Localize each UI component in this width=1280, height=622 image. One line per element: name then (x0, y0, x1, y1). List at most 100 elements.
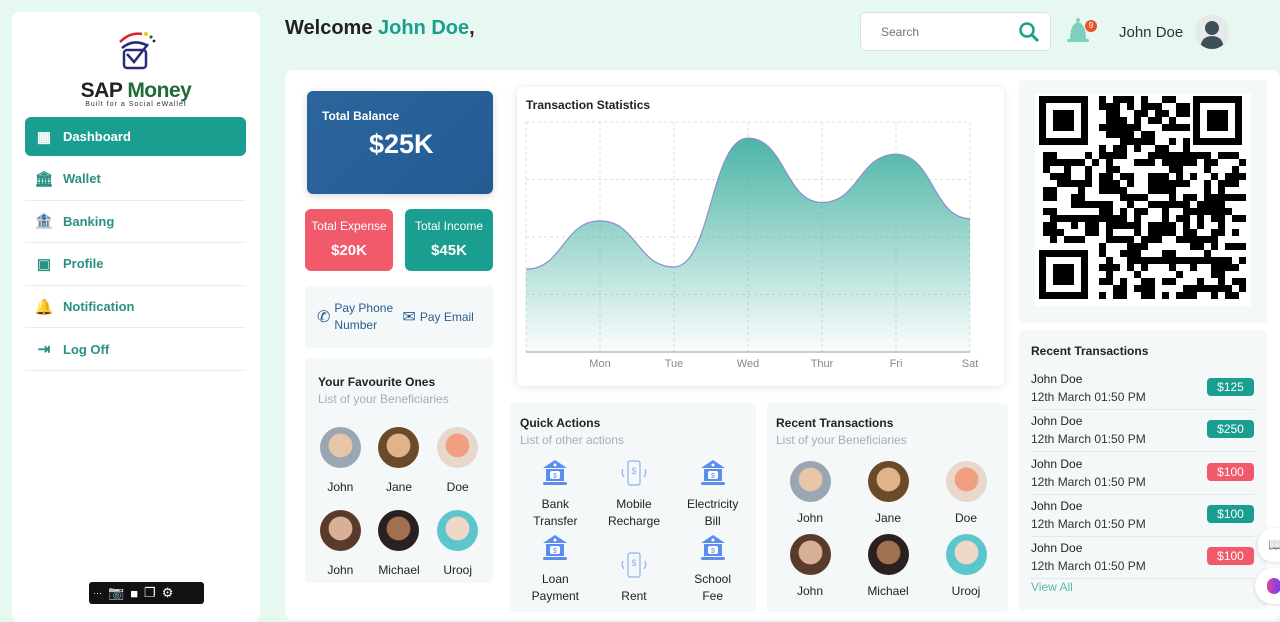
search-box (860, 12, 1051, 51)
sidebar-item-banking[interactable]: 🏦 Banking (25, 201, 246, 244)
sidebar-item-label: Wallet (63, 171, 101, 186)
username[interactable]: John Doe (1119, 24, 1183, 41)
sidebar-item-label: Banking (63, 214, 114, 229)
sidebar-item-profile[interactable]: ▣Profile (25, 243, 246, 286)
quick-action-loan-payment[interactable]: $ Loan Payment (516, 534, 595, 605)
beneficiary[interactable]: Michael (370, 510, 429, 577)
camera-icon[interactable]: 📷 (108, 585, 124, 601)
transaction-date: 12th March 01:50 PM (1031, 475, 1146, 489)
beneficiary[interactable]: John (311, 510, 370, 577)
x-tick-label: Mon (589, 358, 610, 370)
book-icon: 📖 (1268, 537, 1280, 552)
x-tick-label: Wed (737, 358, 759, 370)
brand-name: SAP (81, 79, 122, 102)
transaction-date: 12th March 01:50 PM (1031, 559, 1146, 573)
beneficiary[interactable]: Urooj (927, 534, 1005, 598)
beneficiary-name: John (327, 563, 353, 577)
beneficiary[interactable]: Doe (927, 461, 1005, 525)
recent-beneficiaries-panel: Recent Transactions List of your Benefic… (767, 403, 1008, 612)
beneficiary[interactable]: John (311, 427, 370, 494)
transaction-row[interactable]: John Doe12th March 01:50 PM$100 (1031, 453, 1254, 495)
avatar (437, 510, 478, 551)
sidebar-item-dashboard[interactable]: ▦ Dashboard (25, 117, 246, 156)
user-avatar[interactable] (1195, 15, 1229, 49)
transaction-name: John Doe (1031, 414, 1082, 428)
avatar (790, 461, 831, 502)
transaction-row[interactable]: John Doe12th March 01:50 PM$100 (1031, 537, 1254, 579)
avatar (320, 510, 361, 551)
beneficiary-name: Urooj (443, 563, 472, 577)
beneficiary[interactable]: Jane (370, 427, 429, 494)
more-icon[interactable]: ⋯ (93, 588, 102, 599)
brain-icon (1267, 578, 1280, 594)
expense-label: Total Expense (305, 219, 393, 233)
grid-icon: ▦ (35, 128, 53, 146)
beneficiary-name: Michael (867, 584, 908, 598)
window-icon[interactable]: ❐ (144, 585, 156, 601)
transaction-name: John Doe (1031, 457, 1082, 471)
bank-dollar-icon: 🏦 (35, 212, 53, 230)
balance-label: Total Balance (322, 109, 399, 123)
pay-phone-button[interactable]: ✆Pay Phone Number (317, 300, 394, 334)
beneficiary[interactable]: Doe (428, 427, 487, 494)
notification-button[interactable]: 9 (1065, 16, 1093, 46)
sidebar-item-label: Dashboard (63, 129, 131, 144)
bank-icon: $ (542, 534, 568, 565)
svg-text:$: $ (711, 548, 715, 555)
view-all-link[interactable]: View All (1031, 580, 1073, 594)
quick-actions-panel: Quick Actions List of other actions $Ban… (510, 403, 756, 612)
quick-action-school-fee[interactable]: $School Fee (673, 534, 752, 605)
avatar (946, 534, 987, 575)
favourites-subtitle: List of your Beneficiaries (318, 392, 449, 406)
search-icon[interactable] (1018, 21, 1040, 43)
beneficiary-name: John (797, 511, 823, 525)
sidebar-item-log-off[interactable]: ⇥Log Off (25, 328, 246, 371)
logo-icon (112, 30, 160, 70)
avatar (790, 534, 831, 575)
svg-text:$: $ (631, 558, 636, 568)
avatar (946, 461, 987, 502)
quick-action-bank-transfer[interactable]: $Bank Transfer (516, 459, 595, 530)
svg-text:$: $ (711, 473, 715, 480)
beneficiary[interactable]: Michael (849, 534, 927, 598)
pay-phone-label: Pay Phone Number (334, 300, 394, 334)
beneficiary[interactable]: John (771, 461, 849, 525)
beneficiary[interactable]: John (771, 534, 849, 598)
beneficiary[interactable]: Urooj (428, 510, 487, 577)
mobile-icon: $ (620, 551, 648, 582)
quick-action-label: Electricity Bill (683, 496, 743, 530)
gear-icon[interactable]: ⚙ (162, 585, 174, 601)
income-value: $45K (405, 242, 493, 259)
x-tick-label: Fri (890, 358, 903, 370)
sidebar-nav: ▦ Dashboard 🏛Wallet 🏦 Banking ▣Profile🔔Notifi… (25, 117, 246, 371)
video-icon[interactable]: ■ (130, 586, 138, 601)
transaction-row[interactable]: John Doe12th March 01:50 PM$250 (1031, 410, 1254, 452)
notification-badge: 9 (1085, 20, 1097, 32)
quick-action-label: Loan Payment (525, 571, 585, 605)
reader-button[interactable]: 📖 (1258, 528, 1280, 562)
qr-panel (1019, 80, 1267, 323)
beneficiary-name: Urooj (952, 584, 981, 598)
quick-action-label: Rent (599, 588, 669, 605)
transaction-chart-card: Transaction Statistics MonTueWedThurFriS… (517, 87, 1004, 386)
transaction-row[interactable]: John Doe12th March 01:50 PM$100 (1031, 495, 1254, 537)
capture-toolbar: ⋯ 📷 ■ ❐ ⚙ (89, 582, 204, 604)
qr-code[interactable] (1035, 94, 1251, 306)
balance-value: $25K (369, 129, 434, 160)
beneficiary[interactable]: Jane (849, 461, 927, 525)
brand-name-accent: Money (127, 79, 191, 102)
sidebar-item-wallet[interactable]: 🏛Wallet (25, 158, 246, 201)
transaction-row[interactable]: John Doe12th March 01:50 PM$125 (1031, 368, 1254, 410)
sidebar-item-notification[interactable]: 🔔Notification (25, 286, 246, 329)
beneficiary-name: Jane (386, 480, 412, 494)
total-balance-card: Total Balance $25K (307, 91, 493, 194)
beneficiary-name: Michael (378, 563, 419, 577)
quick-action-electricity-bill[interactable]: $ Electricity Bill (673, 459, 752, 530)
logo: SAP Money Built for a Social eWallet (80, 30, 192, 110)
x-tick-label: Sat (962, 358, 979, 370)
quick-action-rent[interactable]: $ Rent (595, 534, 674, 605)
search-input[interactable] (881, 25, 1001, 39)
quick-action-mobile-recharge[interactable]: $Mobile Recharge (595, 459, 674, 530)
pay-email-button[interactable]: ✉Pay Email (402, 307, 473, 327)
avatar (437, 427, 478, 468)
